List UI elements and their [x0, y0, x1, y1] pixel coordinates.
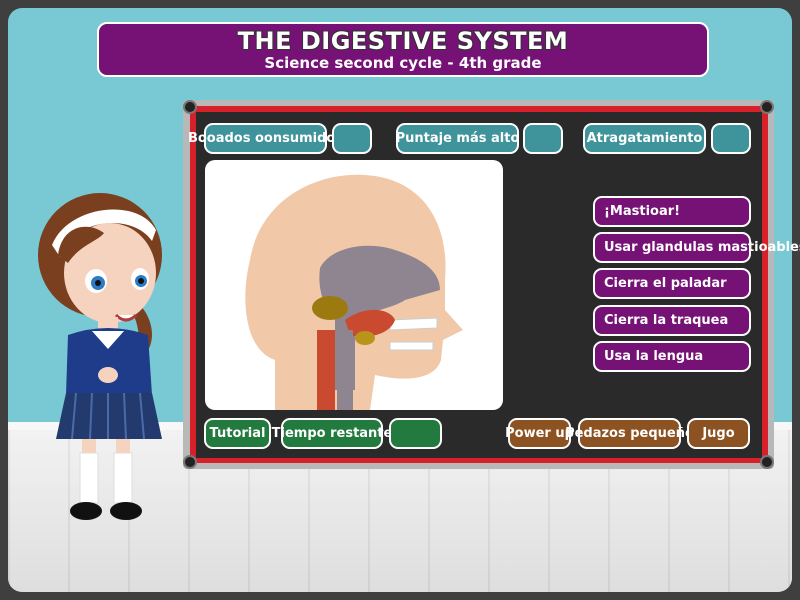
stat-value-bocados	[332, 123, 372, 154]
stat-label-atragantamiento: Atragatamiento	[583, 123, 706, 154]
stat-value-atragantamiento	[711, 123, 751, 154]
page-title: THE DIGESTIVE SYSTEM	[237, 27, 569, 55]
head-cross-section-image	[245, 174, 463, 410]
bolt-icon	[760, 100, 774, 114]
action-trachea-button[interactable]: Cierra la traquea	[593, 305, 751, 336]
bolt-icon	[183, 100, 197, 114]
action-tongue-button[interactable]: Usa la lengua	[593, 341, 751, 372]
time-remaining-value	[389, 418, 442, 449]
page-subtitle: Science second cycle - 4th grade	[264, 54, 542, 72]
tutorial-button[interactable]: Tutorial	[204, 418, 271, 449]
illustration-panel	[205, 160, 503, 410]
student-character	[38, 193, 162, 520]
title-banner: THE DIGESTIVE SYSTEM Science second cycl…	[97, 22, 709, 77]
stat-label-bocados: Booados oonsumidos	[188, 123, 343, 154]
bolt-icon	[183, 455, 197, 469]
game-window: THE DIGESTIVE SYSTEM Science second cycl…	[0, 0, 800, 600]
stat-value-puntaje	[523, 123, 563, 154]
play-button[interactable]: Jugo	[687, 418, 750, 449]
power-up-button[interactable]: Power up	[505, 418, 574, 449]
stat-label-puntaje: Puntaje más alto	[396, 123, 519, 154]
bolt-icon	[760, 455, 774, 469]
small-pieces-button[interactable]: Pedazos pequeño	[565, 418, 694, 449]
action-chew-button[interactable]: ¡Mastioar!	[593, 196, 751, 227]
action-glands-button[interactable]: Usar glandulas mastioables	[593, 232, 800, 263]
action-palate-button[interactable]: Cierra el paladar	[593, 268, 751, 299]
time-remaining-label: Tiempo restante	[272, 418, 392, 449]
